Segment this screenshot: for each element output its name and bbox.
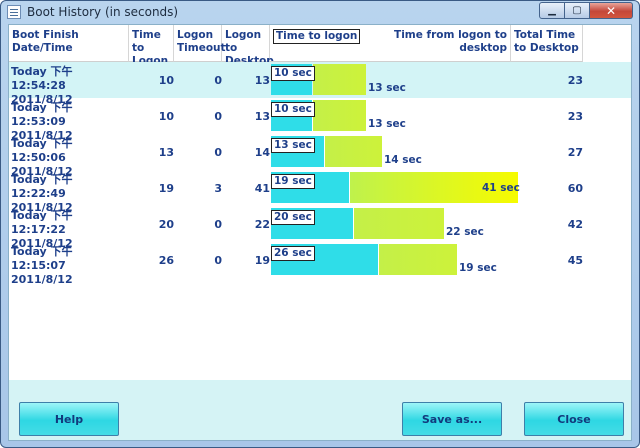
save-as-button[interactable]: Save as... [402,402,502,436]
app-icon [7,5,21,19]
desktop-bar [379,244,457,275]
desktop-bar [354,208,444,239]
boot-finish-cell: Today 下午 12:50:06 2011/8/12 [9,134,129,178]
window-title: Boot History (in seconds) [27,5,179,19]
boot-history-table: Boot Finish Date/Time Time to Logon Logo… [9,25,631,380]
desktop-time-label: 14 sec [384,154,422,166]
logon-time-tag: 20 sec [271,210,315,225]
window-controls: ▁ ▢ ✕ [539,2,633,19]
logon-time-tag: 10 sec [271,102,315,117]
time-to-logon-cell: 20 [158,218,174,231]
maximize-button[interactable]: ▢ [565,2,590,19]
desktop-time-label: 22 sec [446,226,484,238]
logon-timeout-cell: 0 [214,218,222,231]
logon-timeout-cell: 0 [214,254,222,267]
logon-timeout-cell: 0 [214,74,222,87]
header-time-to-logon-bar[interactable]: Time to logon [270,25,370,62]
close-button[interactable]: Close [524,402,624,436]
boot-day-time: Today 下午 12:15:07 [11,245,73,272]
help-button[interactable]: Help [19,402,119,436]
logon-time-tag: 26 sec [271,246,315,261]
table-row[interactable]: Today 下午 12:53:09 2011/8/12 10 0 13 10 s… [9,98,631,142]
title-bar[interactable]: Boot History (in seconds) ▁ ▢ ✕ [1,1,639,23]
header-logon-timeout[interactable]: Logon Timeout [174,25,226,62]
boot-finish-cell: Today 下午 12:17:22 2011/8/12 [9,206,129,250]
boot-finish-cell: Today 下午 12:54:28 2011/8/12 [9,62,129,106]
total-time-cell: 23 [567,74,583,87]
logon-to-desktop-cell: 13 [254,74,270,87]
table-row[interactable]: Today 下午 12:15:07 2011/8/12 26 0 19 26 s… [9,242,631,286]
logon-to-desktop-cell: 14 [254,146,270,159]
close-window-button[interactable]: ✕ [590,2,633,19]
maximize-icon: ▢ [572,5,582,16]
logon-to-desktop-cell: 13 [254,110,270,123]
logon-timeout-cell: 0 [214,110,222,123]
time-to-logon-cell: 26 [158,254,174,267]
total-time-cell: 45 [567,254,583,267]
table-row[interactable]: Today 下午 12:54:28 2011/8/12 10 0 13 10 s… [9,62,631,106]
boot-history-window: Boot History (in seconds) ▁ ▢ ✕ Boot Fin… [0,0,640,448]
time-to-logon-cell: 13 [158,146,174,159]
total-time-cell: 27 [567,146,583,159]
header-time-from-logon[interactable]: Time from logon to desktop [370,25,511,62]
logon-to-desktop-cell: 22 [254,218,270,231]
total-time-cell: 23 [567,110,583,123]
header-total-time[interactable]: Total Time to Desktop [511,25,583,62]
table-row[interactable]: Today 下午 12:17:22 2011/8/12 20 0 22 20 s… [9,206,631,250]
boot-day-time: Today 下午 12:53:09 [11,101,73,128]
client-area: Boot Finish Date/Time Time to Logon Logo… [8,24,632,441]
header-boot-finish[interactable]: Boot Finish Date/Time [9,25,129,62]
header-time-to-logon[interactable]: Time to Logon [129,25,174,67]
boot-finish-cell: Today 下午 12:53:09 2011/8/12 [9,98,129,142]
minimize-icon: ▁ [548,5,556,16]
header-logon-to-desktop[interactable]: Logon to Desktop [222,25,274,67]
desktop-time-label: 19 sec [459,262,497,274]
boot-date: 2011/8/12 [11,273,73,286]
boot-finish-cell: Today 下午 12:15:07 2011/8/12 [9,242,129,286]
table-row[interactable]: Today 下午 12:22:49 2011/8/12 19 3 41 19 s… [9,170,631,214]
logon-to-desktop-cell: 19 [254,254,270,267]
time-to-logon-cell: 19 [158,182,174,195]
logon-timeout-cell: 0 [214,146,222,159]
total-time-cell: 42 [567,218,583,231]
table-row[interactable]: Today 下午 12:50:06 2011/8/12 13 0 14 13 s… [9,134,631,178]
logon-time-tag: 19 sec [271,174,315,189]
logon-timeout-cell: 3 [214,182,222,195]
boot-day-time: Today 下午 12:17:22 [11,209,73,236]
minimize-button[interactable]: ▁ [539,2,565,19]
desktop-bar [313,64,366,95]
boot-finish-cell: Today 下午 12:22:49 2011/8/12 [9,170,129,214]
time-to-logon-cell: 10 [158,110,174,123]
logon-time-tag: 10 sec [271,66,315,81]
desktop-bar [325,136,382,167]
logon-time-tag: 13 sec [271,138,315,153]
logon-to-desktop-cell: 41 [254,182,270,195]
boot-day-time: Today 下午 12:54:28 [11,65,73,92]
boot-day-time: Today 下午 12:22:49 [11,173,73,200]
total-time-cell: 60 [567,182,583,195]
boot-day-time: Today 下午 12:50:06 [11,137,73,164]
desktop-time-label: 13 sec [368,82,406,94]
desktop-time-label: 13 sec [368,118,406,130]
time-to-logon-cell: 10 [158,74,174,87]
close-icon: ✕ [605,3,617,18]
desktop-bar [313,100,366,131]
